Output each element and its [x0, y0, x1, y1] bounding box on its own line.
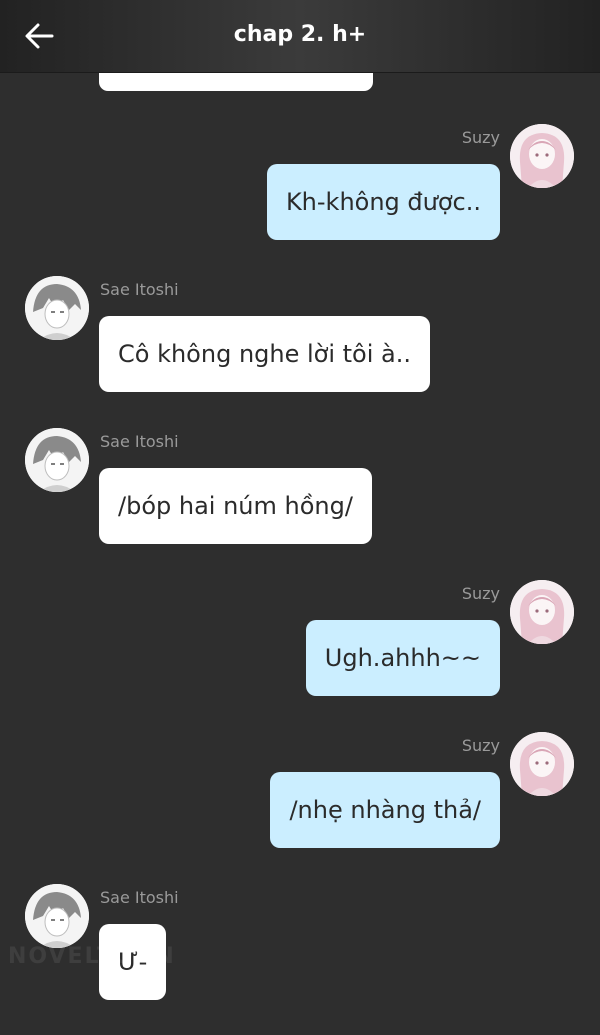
- message-bubble[interactable]: Cô không nghe lời tôi à..: [99, 316, 430, 392]
- avatar-sae-itoshi-icon: [25, 428, 89, 492]
- avatar-sae-itoshi[interactable]: [25, 276, 89, 340]
- message-bubble[interactable]: /bóp hai núm hồng/: [99, 468, 372, 544]
- sender-name: Suzy: [461, 736, 500, 755]
- avatar-suzy-icon: [510, 124, 574, 188]
- avatar-suzy-icon: [510, 580, 574, 644]
- avatar-sae-itoshi[interactable]: [25, 428, 89, 492]
- sender-name: Sae Itoshi: [100, 280, 179, 299]
- sender-name: Sae Itoshi: [100, 432, 179, 451]
- avatar-suzy[interactable]: [510, 732, 574, 796]
- message-bubble[interactable]: Kh-không được..: [266, 164, 500, 240]
- sender-name: Sae Itoshi: [100, 888, 179, 907]
- avatar-sae-itoshi-icon: [25, 276, 89, 340]
- message-bubble[interactable]: /nhẹ nhàng thả/: [270, 772, 500, 848]
- avatar-suzy[interactable]: [510, 124, 574, 188]
- avatar-sae-itoshi[interactable]: [25, 884, 89, 948]
- sender-name: Suzy: [461, 584, 500, 603]
- chat-header: chap 2. h+: [0, 0, 600, 73]
- avatar-suzy-icon: [510, 732, 574, 796]
- avatar-suzy[interactable]: [510, 580, 574, 644]
- avatar-sae-itoshi-icon: [25, 884, 89, 948]
- noveltoon-watermark: NOVELTOON: [8, 944, 176, 969]
- sender-name: Suzy: [461, 128, 500, 147]
- message-bubble[interactable]: Ugh.ahhh~~: [305, 620, 500, 696]
- chat-title: chap 2. h+: [233, 22, 367, 47]
